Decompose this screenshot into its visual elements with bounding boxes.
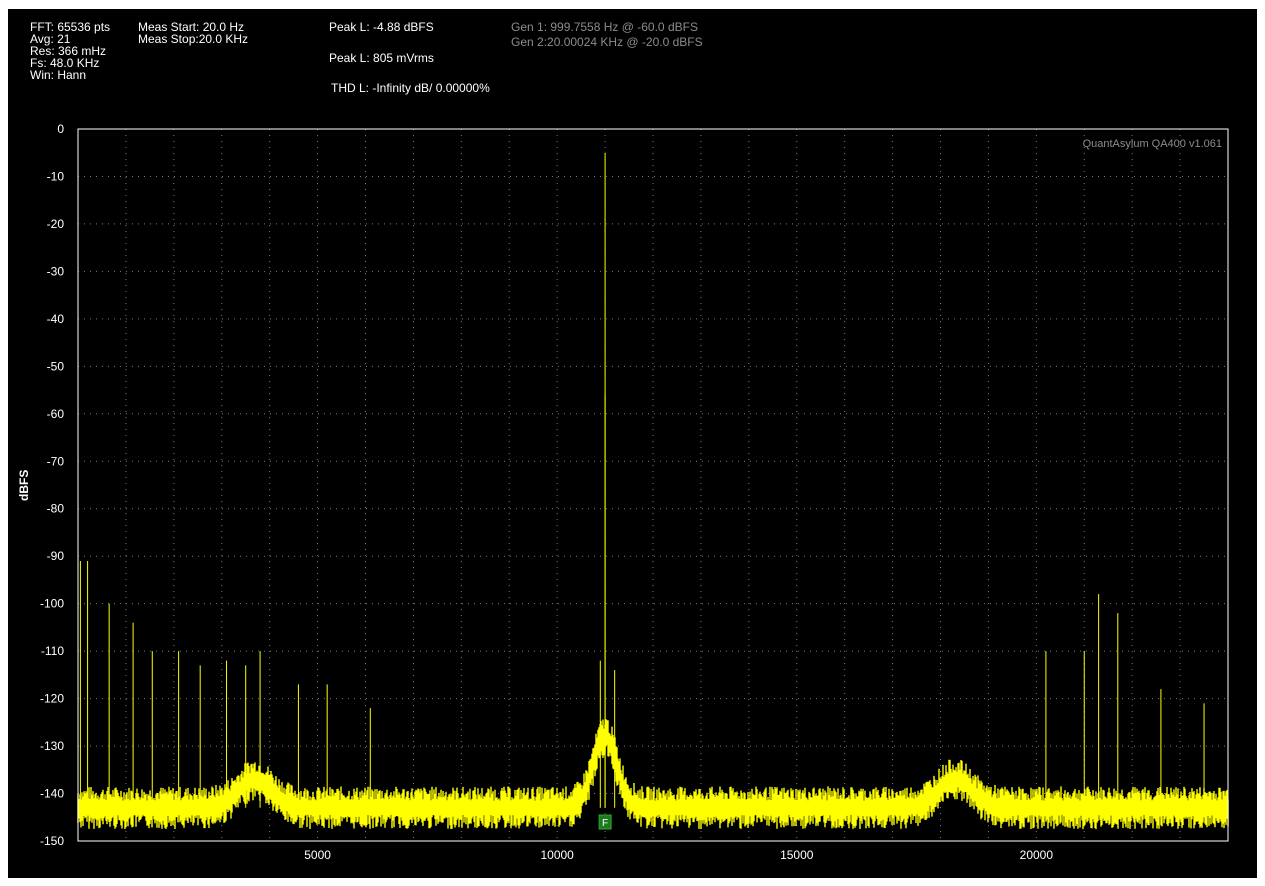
plot-area [78, 129, 1228, 841]
y-tick-label: -90 [47, 549, 65, 563]
y-ticks: 0 -10 -20 -30 -40 -50 -60 -70 -80 -90 -100 -110 -120… [40, 122, 64, 848]
y-tick-label: -50 [47, 359, 65, 373]
spectrum-chart[interactable]: 0 -10 -20 -30 -40 -50 -60 -70 -80 -90 -100 -110 -120… [8, 9, 1257, 878]
y-tick-label: -20 [47, 217, 65, 231]
y-tick-label: -150 [40, 834, 64, 848]
y-tick-label: 0 [57, 122, 64, 136]
y-tick-label: -70 [47, 454, 65, 468]
y-tick-label: -130 [40, 739, 64, 753]
y-tick-label: -110 [41, 644, 64, 658]
y-tick-label: -40 [47, 312, 65, 326]
y-tick-label: -120 [40, 692, 64, 706]
x-tick-label: 20000 [1020, 848, 1054, 862]
y-tick-label: -100 [40, 597, 64, 611]
marker-label: F [602, 818, 608, 829]
watermark-text: QuantAsylum QA400 v1.061 [1083, 138, 1222, 150]
analyzer-window: FFT: 65536 pts Avg: 21 Res: 366 mHz Fs: … [8, 9, 1257, 878]
fundamental-marker[interactable]: F [598, 814, 612, 830]
y-tick-label: -30 [47, 264, 65, 278]
y-tick-label: -80 [47, 502, 65, 516]
x-ticks: 5000 10000 15000 20000 [304, 848, 1053, 862]
x-tick-label: 15000 [780, 848, 814, 862]
y-tick-label: -140 [40, 787, 64, 801]
y-tick-label: -10 [47, 169, 65, 183]
x-tick-label: 10000 [540, 848, 574, 862]
y-tick-label: -60 [47, 407, 65, 421]
x-tick-label: 5000 [304, 848, 331, 862]
